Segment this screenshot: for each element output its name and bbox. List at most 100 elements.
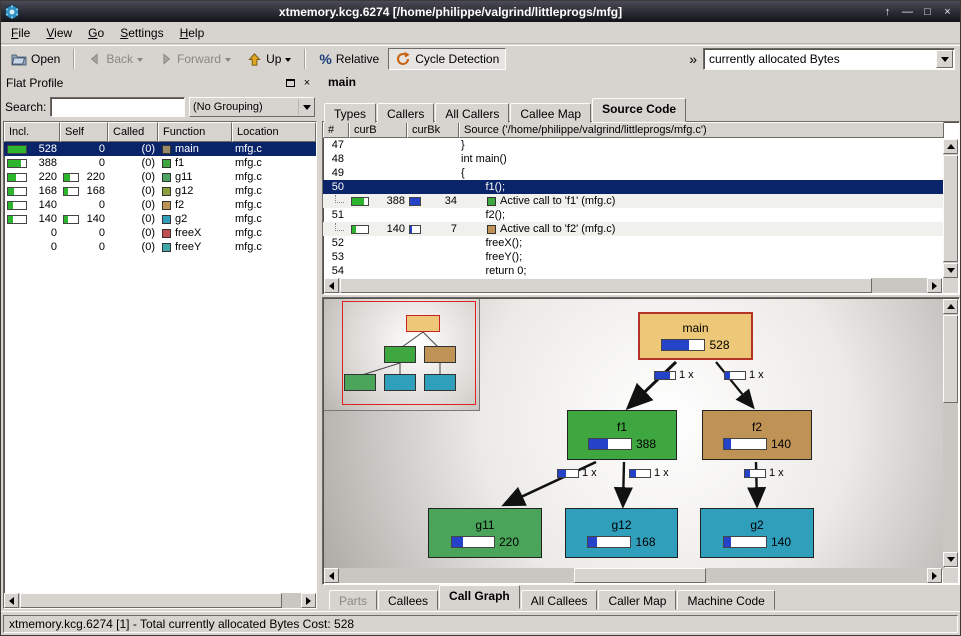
relative-toggle-button[interactable]: % Relative	[312, 48, 386, 70]
scroll-left-button[interactable]	[4, 593, 19, 608]
up-button[interactable]: Up	[240, 49, 298, 70]
source-call-row[interactable]: 1407Active call to 'f2' (mfg.c)	[323, 222, 944, 236]
function-icon	[162, 159, 171, 168]
menu-file[interactable]: File	[3, 23, 38, 43]
forward-button[interactable]: Forward	[152, 49, 238, 69]
graph-node-f1[interactable]: f1388	[567, 410, 677, 460]
column-header-incl[interactable]: Incl.	[4, 122, 60, 142]
minimize-button[interactable]: —	[898, 3, 917, 20]
graph-node-g2[interactable]: g2140	[700, 508, 814, 558]
graph-node-value: 140	[771, 535, 791, 549]
call-graph-canvas[interactable]: main528f1388f2140g11220g12168g21401 x1 x…	[324, 299, 945, 570]
source-vscrollbar[interactable]	[943, 139, 958, 278]
scroll-thumb[interactable]	[943, 315, 958, 403]
scroll-down-button[interactable]	[943, 552, 958, 567]
source-line-54[interactable]: 54 return 0;	[323, 264, 944, 278]
table-row-g2[interactable]: 140140(0)g2mfg.c	[4, 212, 316, 226]
shade-button[interactable]: ↑	[878, 3, 897, 20]
column-header-called[interactable]: Called	[108, 122, 158, 142]
view-tab-caller-map[interactable]: Caller Map	[598, 590, 676, 610]
tab-all-callers[interactable]: All Callers	[435, 103, 509, 123]
source-line-48[interactable]: 48int main()	[323, 152, 944, 166]
scroll-right-button[interactable]	[301, 593, 316, 608]
open-button[interactable]: Open	[4, 48, 67, 70]
column-header-self[interactable]: Self	[60, 122, 108, 142]
incl-value: 168	[39, 185, 57, 197]
column-header-location[interactable]: Location	[232, 122, 316, 142]
flat-profile-dock-header[interactable]: Flat Profile ×	[3, 73, 317, 93]
source-line-50[interactable]: 50 f1();	[323, 180, 944, 194]
scroll-up-button[interactable]	[943, 139, 958, 154]
source-call-row[interactable]: 38834Active call to 'f1' (mfg.c)	[323, 194, 944, 208]
title-bar[interactable]: xtmemory.kcg.6274 [/home/philippe/valgri…	[1, 1, 960, 22]
tab-callee-map[interactable]: Callee Map	[510, 103, 591, 123]
table-row-g11[interactable]: 220220(0)g11mfg.c	[4, 170, 316, 184]
table-row-freeY[interactable]: 00(0)freeYmfg.c	[4, 240, 316, 254]
source-column-curb[interactable]: curB	[349, 122, 407, 138]
scroll-left-button[interactable]	[324, 278, 339, 293]
table-row-freeX[interactable]: 00(0)freeXmfg.c	[4, 226, 316, 240]
grouping-dropdown-button[interactable]	[298, 99, 314, 115]
event-type-combo[interactable]: currently allocated Bytes	[703, 48, 955, 70]
scroll-left-button[interactable]	[324, 568, 339, 583]
menu-help[interactable]: Help	[172, 23, 213, 43]
graph-node-g11[interactable]: g11220	[428, 508, 542, 558]
incl-value: 0	[51, 227, 57, 239]
self-value: 140	[87, 213, 105, 225]
code-cell: int main()	[459, 152, 944, 166]
combo-dropdown-button[interactable]	[936, 50, 953, 68]
dock-close-button[interactable]: ×	[300, 76, 314, 90]
table-row-main[interactable]: 5280(0)mainmfg.c	[4, 142, 316, 156]
scroll-right-button[interactable]	[927, 568, 942, 583]
graph-node-g12[interactable]: g12168	[565, 508, 678, 558]
graph-vscrollbar[interactable]	[943, 299, 958, 567]
column-header-function[interactable]: Function	[158, 122, 232, 142]
back-button[interactable]: Back	[81, 49, 150, 69]
table-row-g12[interactable]: 168168(0)g12mfg.c	[4, 184, 316, 198]
graph-hscrollbar[interactable]	[324, 568, 942, 583]
source-hscrollbar[interactable]	[324, 278, 942, 293]
table-row-f1[interactable]: 3880(0)f1mfg.c	[4, 156, 316, 170]
source-line-52[interactable]: 52 freeX();	[323, 236, 944, 250]
dock-float-button[interactable]	[283, 76, 297, 90]
cycle-detection-button[interactable]: Cycle Detection	[388, 48, 506, 70]
view-tab-machine-code[interactable]: Machine Code	[677, 590, 774, 610]
table-row-f2[interactable]: 1400(0)f2mfg.c	[4, 198, 316, 212]
tab-source-code[interactable]: Source Code	[592, 98, 686, 122]
source-column-curbk[interactable]: curBk	[407, 122, 459, 138]
maximize-button[interactable]: □	[918, 3, 937, 20]
self-value: 0	[99, 199, 105, 211]
view-tab-parts[interactable]: Parts	[329, 590, 377, 610]
scroll-thumb[interactable]	[943, 155, 958, 262]
source-column-source[interactable]: Source ('/home/philippe/valgrind/littlep…	[459, 122, 944, 138]
menu-view[interactable]: View	[38, 23, 80, 43]
scroll-thumb[interactable]	[340, 278, 872, 293]
toolbar-overflow-button[interactable]: »	[685, 51, 701, 67]
tab-types[interactable]: Types	[324, 103, 376, 123]
graph-node-f2[interactable]: f2140	[702, 410, 812, 460]
search-input[interactable]	[50, 97, 185, 117]
source-line-51[interactable]: 51 f2();	[323, 208, 944, 222]
scroll-up-button[interactable]	[943, 299, 958, 314]
menu-settings[interactable]: Settings	[112, 23, 171, 43]
scroll-thumb[interactable]	[20, 593, 282, 608]
view-tab-callees[interactable]: Callees	[378, 590, 438, 610]
scroll-right-button[interactable]	[927, 278, 942, 293]
menu-go[interactable]: Go	[80, 23, 112, 43]
flat-profile-hscrollbar[interactable]	[4, 593, 316, 608]
graph-node-main[interactable]: main528	[638, 312, 753, 360]
source-line-49[interactable]: 49{	[323, 166, 944, 180]
scroll-thumb[interactable]	[574, 568, 706, 583]
source-line-53[interactable]: 53 freeY();	[323, 250, 944, 264]
flat-profile-header: Incl.SelfCalledFunctionLocation	[4, 122, 316, 142]
close-button[interactable]: ×	[938, 3, 957, 20]
source-column-num[interactable]: #	[323, 122, 349, 138]
scroll-down-button[interactable]	[943, 263, 958, 278]
source-line-47[interactable]: 47}	[323, 138, 944, 152]
call-text-cell: Active call to 'f2' (mfg.c)	[459, 222, 944, 236]
view-tab-call-graph[interactable]: Call Graph	[439, 585, 520, 609]
view-tab-all-callees[interactable]: All Callees	[521, 590, 598, 610]
cost-bar-icon	[661, 339, 705, 351]
grouping-combo[interactable]: (No Grouping)	[189, 97, 315, 117]
tab-callers[interactable]: Callers	[377, 103, 434, 123]
